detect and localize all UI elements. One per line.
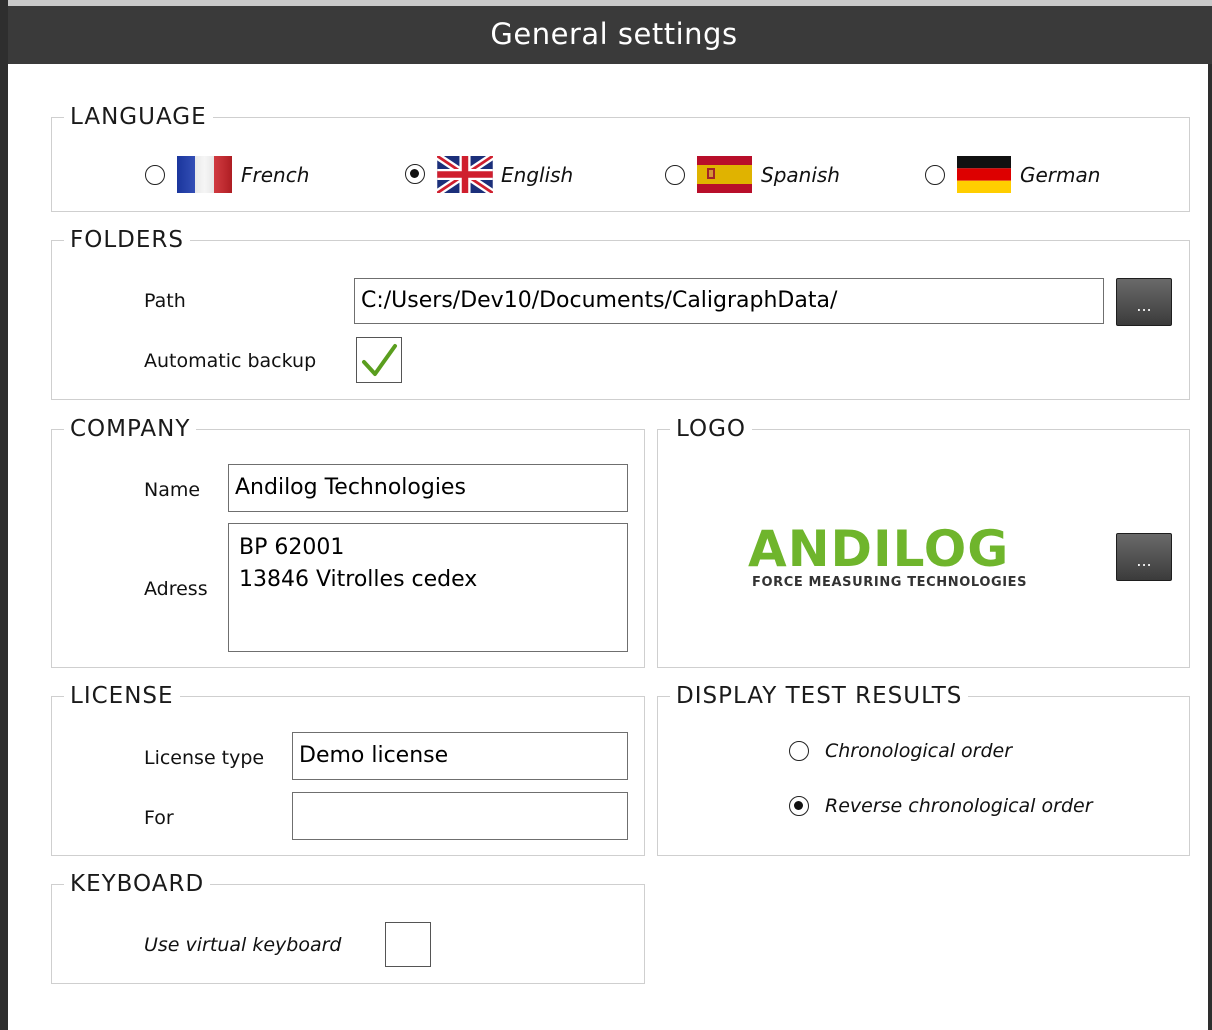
checkmark-icon xyxy=(362,344,397,376)
keyboard-legend: KEYBOARD xyxy=(70,871,205,897)
display-radio-chronological[interactable] xyxy=(789,741,809,761)
company-legend: COMPANY xyxy=(70,416,191,442)
license-type-label: License type xyxy=(144,747,265,769)
settings-window: General settings LANGUAGE French English xyxy=(0,0,1212,1030)
browse-logo-button[interactable]: ... xyxy=(1116,533,1172,581)
display-label-reverse-chronological: Reverse chronological order xyxy=(825,795,1093,817)
path-label: Path xyxy=(144,290,186,312)
uk-flag-icon xyxy=(437,156,493,193)
language-radio-german[interactable] xyxy=(925,165,945,185)
logo-legend: LOGO xyxy=(676,416,747,442)
company-logo: ANDILOG FORCE MEASURING TECHNOLOGIES xyxy=(748,524,1048,596)
display-label-chronological: Chronological order xyxy=(825,740,1013,762)
display-results-legend: DISPLAY TEST RESULTS xyxy=(676,683,963,709)
path-input[interactable]: C:/Users/Dev10/Documents/CaligraphData/ xyxy=(354,278,1104,324)
company-address-label: Adress xyxy=(144,578,208,600)
license-legend: LICENSE xyxy=(70,683,174,709)
germany-flag-icon xyxy=(957,156,1011,193)
license-for-label: For xyxy=(144,807,174,829)
company-name-input[interactable]: Andilog Technologies xyxy=(228,464,628,512)
language-radio-french[interactable] xyxy=(145,165,165,185)
keyboard-group: KEYBOARD xyxy=(51,873,645,984)
company-logo-tagline: FORCE MEASURING TECHNOLOGIES xyxy=(752,575,1028,590)
folders-legend: FOLDERS xyxy=(70,227,184,253)
company-address-input[interactable]: BP 62001 13846 Vitrolles cedex xyxy=(228,523,628,652)
language-label-spanish: Spanish xyxy=(761,163,840,187)
language-radio-english[interactable] xyxy=(405,164,425,184)
virtual-keyboard-checkbox[interactable] xyxy=(385,922,431,967)
language-label-french: French xyxy=(241,163,310,187)
automatic-backup-label: Automatic backup xyxy=(144,350,317,372)
language-legend: LANGUAGE xyxy=(70,104,207,130)
spain-flag-icon xyxy=(697,156,752,193)
display-radio-reverse-chronological[interactable] xyxy=(789,796,809,816)
automatic-backup-checkbox[interactable] xyxy=(356,337,402,383)
license-type-input[interactable]: Demo license xyxy=(292,732,628,780)
language-label-german: German xyxy=(1020,163,1101,187)
window-title: General settings xyxy=(8,0,1212,64)
license-for-input[interactable] xyxy=(292,792,628,840)
browse-folder-button[interactable]: ... xyxy=(1116,278,1172,326)
france-flag-icon xyxy=(177,156,232,193)
language-radio-spanish[interactable] xyxy=(665,165,685,185)
company-logo-wordmark: ANDILOG xyxy=(748,520,1010,578)
display-results-group: DISPLAY TEST RESULTS xyxy=(657,685,1190,856)
language-label-english: English xyxy=(501,163,574,187)
company-name-label: Name xyxy=(144,479,201,501)
virtual-keyboard-label: Use virtual keyboard xyxy=(144,934,342,956)
